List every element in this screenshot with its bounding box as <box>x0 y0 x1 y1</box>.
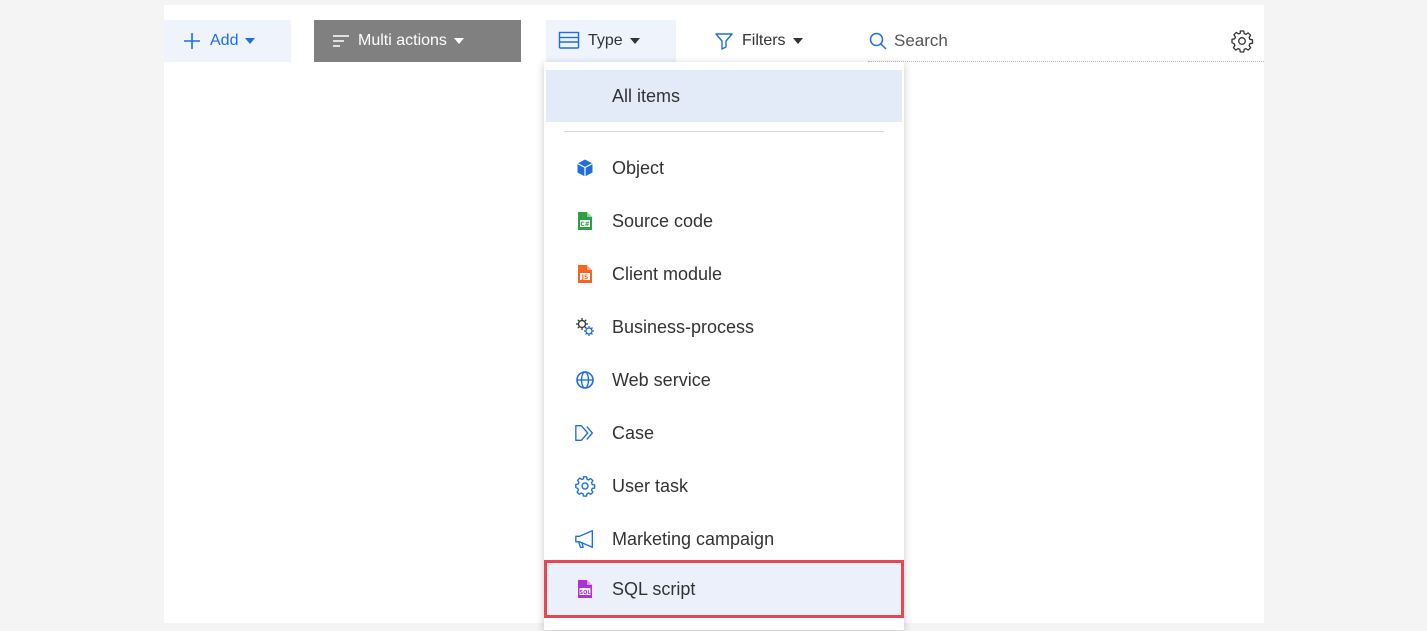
menu-item-object[interactable]: Object <box>544 142 904 194</box>
add-button[interactable]: Add <box>164 20 291 62</box>
multi-actions-button[interactable]: Multi actions <box>314 20 521 62</box>
filters-button-label: Filters <box>742 32 786 49</box>
type-button[interactable]: Type <box>546 20 676 62</box>
case-arrow-icon <box>574 422 596 444</box>
search-icon <box>868 31 888 51</box>
svg-text:SQL: SQL <box>579 590 591 596</box>
menu-item-business-process[interactable]: Business-process <box>544 301 904 353</box>
search-field[interactable] <box>868 20 1264 62</box>
gear-icon[interactable] <box>1230 29 1254 53</box>
gear-icon <box>574 475 596 497</box>
list-lines-icon <box>332 34 350 48</box>
globe-icon <box>574 369 596 391</box>
chevron-down-icon <box>453 38 464 44</box>
menu-item-label: SQL script <box>612 578 696 599</box>
menu-item-label: Marketing campaign <box>612 528 775 549</box>
svg-text:C#: C# <box>580 221 589 228</box>
menu-item-marketing-campaign[interactable]: Marketing campaign <box>544 513 904 565</box>
js-file-icon: JS <box>574 263 596 285</box>
plus-icon <box>182 31 202 51</box>
menu-item-sql-script[interactable]: SQL SQL script <box>544 560 904 618</box>
type-dropdown-menu: All items Object C# Source code JS Clien… <box>544 62 904 630</box>
filter-icon <box>714 31 734 51</box>
menu-item-label: Business-process <box>612 316 755 337</box>
svg-text:JS: JS <box>581 274 589 281</box>
menu-item-source-code[interactable]: C# Source code <box>544 195 904 247</box>
menu-item-all-items[interactable]: All items <box>546 70 902 122</box>
chevron-down-icon <box>245 38 256 44</box>
menu-item-web-service[interactable]: Web service <box>544 354 904 406</box>
add-button-label: Add <box>210 32 239 49</box>
search-input[interactable] <box>894 30 1194 51</box>
menu-item-case[interactable]: Case <box>544 407 904 459</box>
menu-item-label: Client module <box>612 263 723 284</box>
gears-icon <box>574 316 596 338</box>
menu-divider <box>564 131 884 132</box>
filters-button[interactable]: Filters <box>712 20 842 62</box>
menu-item-label: Object <box>612 157 665 178</box>
menu-item-label: User task <box>612 475 689 496</box>
type-list-icon <box>558 31 580 51</box>
csharp-file-icon: C# <box>574 210 596 232</box>
chevron-down-icon <box>629 38 640 44</box>
cube-icon <box>574 157 596 179</box>
chevron-down-icon <box>792 38 803 44</box>
menu-item-label: Source code <box>612 210 714 231</box>
menu-item-user-task[interactable]: User task <box>544 460 904 512</box>
menu-item-label: All items <box>612 85 681 106</box>
menu-item-label: Web service <box>612 369 711 390</box>
megaphone-icon <box>574 528 596 550</box>
menu-item-client-module[interactable]: JS Client module <box>544 248 904 300</box>
type-button-label: Type <box>588 32 623 49</box>
multi-actions-label: Multi actions <box>358 32 447 49</box>
menu-item-label: Case <box>612 422 655 443</box>
toolbar: Add Multi actions Type Filters <box>164 20 1264 62</box>
sql-file-icon: SQL <box>574 578 596 600</box>
